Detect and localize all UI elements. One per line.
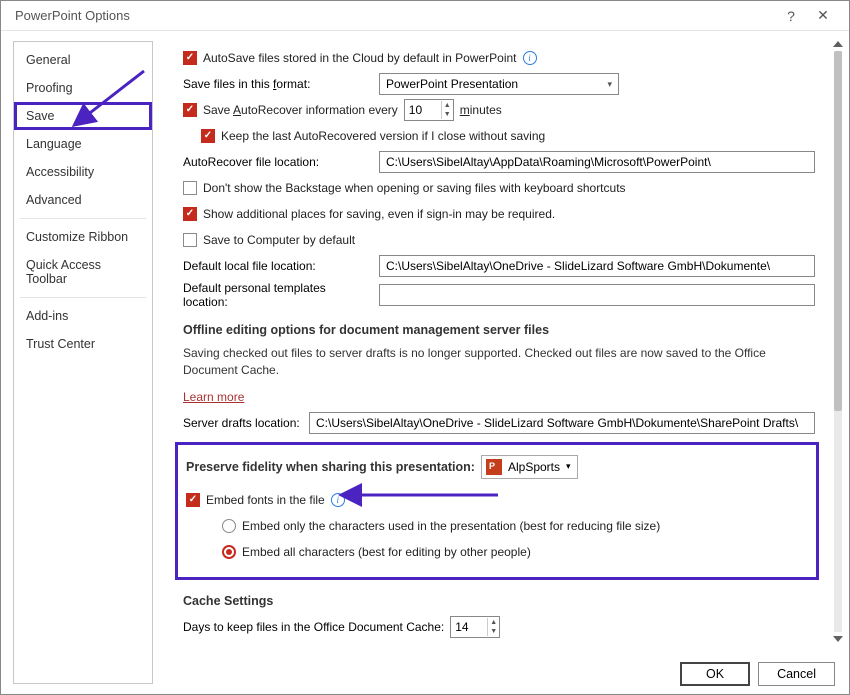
sidebar-item-accessibility[interactable]: Accessibility (14, 158, 152, 186)
sidebar-item-language[interactable]: Language (14, 130, 152, 158)
sidebar-item-advanced[interactable]: Advanced (14, 186, 152, 214)
options-sidebar: General Proofing Save Language Accessibi… (13, 41, 153, 684)
no-backstage-label: Don't show the Backstage when opening or… (203, 181, 626, 195)
default-local-label: Default local file location: (183, 259, 373, 273)
scroll-thumb[interactable] (834, 51, 842, 411)
autosave-cloud-checkbox[interactable] (183, 51, 197, 65)
sidebar-item-general[interactable]: General (14, 46, 152, 74)
show-additional-checkbox[interactable] (183, 207, 197, 221)
fidelity-highlight: Preserve fidelity when sharing this pres… (175, 442, 819, 580)
close-button[interactable]: ✕ (807, 7, 839, 24)
save-format-label: Save files in this format: (183, 77, 373, 91)
sidebar-item-proofing[interactable]: Proofing (14, 74, 152, 102)
autorecover-checkbox[interactable] (183, 103, 197, 117)
personal-tpl-label: Default personal templates location: (183, 281, 373, 309)
server-drafts-label: Server drafts location: (183, 416, 303, 430)
embed-only-label: Embed only the characters used in the pr… (242, 519, 660, 533)
personal-tpl-input[interactable] (379, 284, 815, 306)
sidebar-item-quick-access[interactable]: Quick Access Toolbar (14, 251, 152, 293)
sidebar-item-trust-center[interactable]: Trust Center (14, 330, 152, 358)
default-local-input[interactable] (379, 255, 815, 277)
scroll-down-icon[interactable] (833, 636, 843, 642)
embed-only-radio[interactable] (222, 519, 236, 533)
embed-fonts-label: Embed fonts in the file (206, 493, 325, 507)
options-content: AutoSave files stored in the Cloud by de… (161, 41, 829, 642)
save-computer-label: Save to Computer by default (203, 233, 355, 247)
vertical-scrollbar[interactable] (831, 41, 845, 642)
powerpoint-file-icon (486, 459, 502, 475)
autorecover-minutes-spinner[interactable]: ▲▼ (404, 99, 454, 121)
offline-heading: Offline editing options for document man… (183, 323, 815, 337)
presentation-combo[interactable]: AlpSports ▾ (481, 455, 578, 479)
save-format-combo[interactable]: PowerPoint Presentation▾ (379, 73, 619, 95)
sidebar-item-addins[interactable]: Add-ins (14, 302, 152, 330)
autosave-cloud-label: AutoSave files stored in the Cloud by de… (203, 51, 517, 65)
cache-days-label: Days to keep files in the Office Documen… (183, 620, 444, 634)
keep-last-label: Keep the last AutoRecovered version if I… (221, 129, 545, 143)
autorecover-loc-input[interactable] (379, 151, 815, 173)
autorecover-label: Save AutoRecover information every (203, 103, 398, 117)
learn-more-link[interactable]: Learn more (183, 390, 244, 404)
fidelity-heading: Preserve fidelity when sharing this pres… (186, 460, 475, 474)
save-computer-checkbox[interactable] (183, 233, 197, 247)
scroll-up-icon[interactable] (833, 41, 843, 47)
info-icon[interactable]: i (523, 51, 537, 65)
minutes-label: minutes (460, 103, 502, 117)
offline-note: Saving checked out files to server draft… (183, 345, 815, 380)
show-additional-label: Show additional places for saving, even … (203, 207, 555, 221)
server-drafts-input[interactable] (309, 412, 815, 434)
help-button[interactable]: ? (775, 8, 807, 24)
dialog-title: PowerPoint Options (15, 8, 775, 23)
info-icon[interactable]: i (331, 493, 345, 507)
embed-all-label: Embed all characters (best for editing b… (242, 545, 531, 559)
autorecover-loc-label: AutoRecover file location: (183, 155, 373, 169)
ok-button[interactable]: OK (680, 662, 750, 686)
cache-days-spinner[interactable]: ▲▼ (450, 616, 500, 638)
sidebar-item-customize-ribbon[interactable]: Customize Ribbon (14, 223, 152, 251)
cache-heading: Cache Settings (183, 594, 815, 608)
keep-last-checkbox[interactable] (201, 129, 215, 143)
cancel-button[interactable]: Cancel (758, 662, 835, 686)
sidebar-item-save[interactable]: Save (14, 102, 152, 130)
embed-all-radio[interactable] (222, 545, 236, 559)
no-backstage-checkbox[interactable] (183, 181, 197, 195)
embed-fonts-checkbox[interactable] (186, 493, 200, 507)
